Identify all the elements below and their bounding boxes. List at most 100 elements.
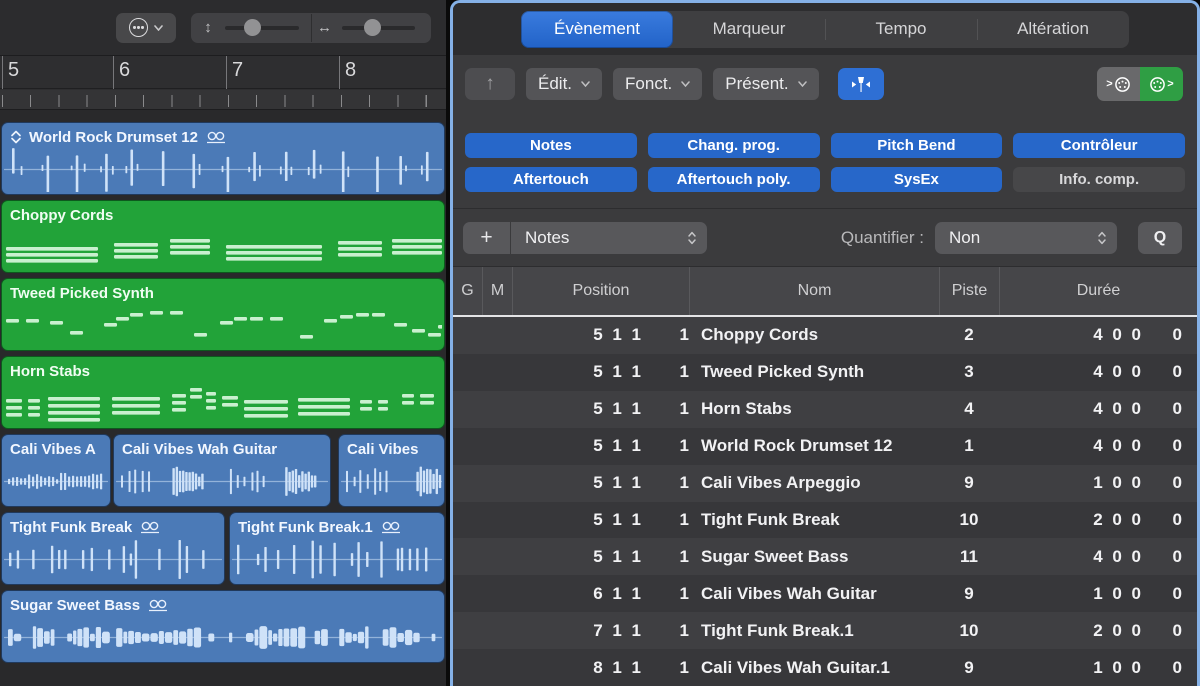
cell-tick[interactable]: 1 [641, 362, 689, 382]
event-row[interactable]: 5 1 1 1 Sugar Sweet Bass 11 4 0 0 0 [453, 538, 1197, 575]
midi-out-button[interactable]: ˃ [1140, 67, 1183, 101]
cell-length-tick[interactable]: 0 [1141, 399, 1182, 419]
cell-tick[interactable]: 1 [641, 510, 689, 530]
cell-name[interactable]: Cali Vibes Wah Guitar [689, 584, 939, 604]
region-horn-stabs[interactable]: Horn Stabs [1, 356, 445, 429]
cell-name[interactable]: Cali Vibes Wah Guitar.1 [689, 658, 939, 678]
event-type-popup[interactable]: Notes [511, 222, 707, 254]
cell-length[interactable]: 2 0 0 [999, 621, 1141, 641]
cell-length-tick[interactable]: 0 [1141, 362, 1182, 382]
list-tab[interactable]: Évènement [521, 11, 673, 48]
list-tab[interactable]: Altération [977, 11, 1129, 48]
cell-length[interactable]: 4 0 0 [999, 399, 1141, 419]
cell-name[interactable]: Sugar Sweet Bass [689, 547, 939, 567]
event-row[interactable]: 7 1 1 1 Tight Funk Break.1 10 2 0 0 0 [453, 612, 1197, 649]
cell-position[interactable]: 8 1 1 [512, 658, 641, 678]
waveform-options-button[interactable] [116, 13, 176, 43]
edit-menu-button[interactable]: Édit. [526, 68, 602, 100]
cell-tick[interactable]: 1 [641, 436, 689, 456]
cell-length-tick[interactable]: 0 [1141, 473, 1182, 493]
cell-track[interactable]: 4 [939, 399, 999, 419]
cell-tick[interactable]: 1 [641, 584, 689, 604]
filter-button[interactable]: Chang. prog. [648, 133, 820, 158]
midi-in-button[interactable]: ˃ [1097, 67, 1140, 101]
event-row[interactable]: 5 1 1 1 Cali Vibes Arpeggio 9 1 0 0 0 [453, 465, 1197, 502]
region-cali-vibes-wah-guitar[interactable]: Cali Vibes Wah Guitar [113, 434, 331, 507]
region-tight-funk-break-1[interactable]: Tight Funk Break.1 [229, 512, 445, 585]
cell-tick[interactable]: 1 [641, 325, 689, 345]
functions-menu-button[interactable]: Fonct. [613, 68, 702, 100]
cell-length[interactable]: 1 0 0 [999, 658, 1141, 678]
header-group[interactable]: G [453, 267, 482, 315]
cell-track[interactable]: 11 [939, 547, 999, 567]
cell-length-tick[interactable]: 0 [1141, 547, 1182, 567]
event-row[interactable]: 5 1 1 1 Horn Stabs 4 4 0 0 0 [453, 391, 1197, 428]
region-sugar-sweet-bass[interactable]: Sugar Sweet Bass [1, 590, 445, 663]
filter-button[interactable]: Info. comp. [1013, 167, 1185, 192]
header-mute[interactable]: M [482, 267, 512, 315]
cell-position[interactable]: 7 1 1 [512, 621, 641, 641]
cell-length[interactable]: 4 0 0 [999, 436, 1141, 456]
cell-length[interactable]: 2 0 0 [999, 510, 1141, 530]
cell-length[interactable]: 1 0 0 [999, 473, 1141, 493]
cell-name[interactable]: World Rock Drumset 12 [689, 436, 939, 456]
cell-name[interactable]: Choppy Cords [689, 325, 939, 345]
filter-button[interactable]: Aftertouch poly. [648, 167, 820, 192]
cell-position[interactable]: 5 1 1 [512, 325, 641, 345]
cell-position[interactable]: 5 1 1 [512, 547, 641, 567]
cell-tick[interactable]: 1 [641, 658, 689, 678]
header-name[interactable]: Nom [689, 267, 939, 315]
event-row[interactable]: 5 1 1 1 Tight Funk Break 10 2 0 0 0 [453, 502, 1197, 539]
event-row[interactable]: 8 1 1 1 Cali Vibes Wah Guitar.1 9 1 0 0 … [453, 649, 1197, 686]
cell-length-tick[interactable]: 0 [1141, 510, 1182, 530]
cell-position[interactable]: 6 1 1 [512, 584, 641, 604]
region-tight-funk-break[interactable]: Tight Funk Break [1, 512, 225, 585]
filter-button[interactable]: Notes [465, 133, 637, 158]
cell-length-tick[interactable]: 0 [1141, 325, 1182, 345]
cell-name[interactable]: Horn Stabs [689, 399, 939, 419]
catch-playhead-button[interactable] [838, 68, 884, 100]
vertical-zoom-slider[interactable] [225, 26, 299, 30]
quantize-popup[interactable]: Non [935, 222, 1117, 254]
event-row[interactable]: 6 1 1 1 Cali Vibes Wah Guitar 9 1 0 0 0 [453, 575, 1197, 612]
filter-button[interactable]: Pitch Bend [831, 133, 1003, 158]
cell-length[interactable]: 4 0 0 [999, 325, 1141, 345]
vertical-zoom-thumb[interactable] [244, 19, 261, 36]
event-row[interactable]: 5 1 1 1 Choppy Cords 2 4 0 0 0 [453, 317, 1197, 354]
cell-length[interactable]: 4 0 0 [999, 362, 1141, 382]
header-track[interactable]: Piste [939, 267, 999, 315]
cell-position[interactable]: 5 1 1 [512, 399, 641, 419]
quantize-apply-button[interactable]: Q [1138, 222, 1182, 254]
cell-length[interactable]: 1 0 0 [999, 584, 1141, 604]
cell-position[interactable]: 5 1 1 [512, 362, 641, 382]
view-menu-button[interactable]: Présent. [713, 68, 818, 100]
cell-track[interactable]: 3 [939, 362, 999, 382]
event-row[interactable]: 5 1 1 1 Tweed Picked Synth 3 4 0 0 0 [453, 354, 1197, 391]
filter-button[interactable]: SysEx [831, 167, 1003, 192]
region-world-rock-drumset[interactable]: World Rock Drumset 12 [1, 122, 445, 195]
go-up-level-button[interactable]: ↑ [465, 68, 515, 100]
cell-length-tick[interactable]: 0 [1141, 584, 1182, 604]
cell-tick[interactable]: 1 [641, 473, 689, 493]
cell-tick[interactable]: 1 [641, 547, 689, 567]
cell-length-tick[interactable]: 0 [1141, 436, 1182, 456]
horizontal-zoom-thumb[interactable] [364, 19, 381, 36]
cell-position[interactable]: 5 1 1 [512, 436, 641, 456]
horizontal-zoom-slider[interactable] [342, 26, 416, 30]
cell-length-tick[interactable]: 0 [1141, 658, 1182, 678]
cell-tick[interactable]: 1 [641, 399, 689, 419]
cell-track[interactable]: 10 [939, 621, 999, 641]
cell-track[interactable]: 9 [939, 584, 999, 604]
filter-button[interactable]: Contrôleur [1013, 133, 1185, 158]
cell-name[interactable]: Tight Funk Break.1 [689, 621, 939, 641]
region-cali-vibes[interactable]: Cali Vibes [338, 434, 445, 507]
cell-track[interactable]: 9 [939, 658, 999, 678]
header-length[interactable]: Durée [999, 267, 1197, 315]
region-cali-vibes-a[interactable]: Cali Vibes A [1, 434, 111, 507]
cell-length[interactable]: 4 0 0 [999, 547, 1141, 567]
event-row[interactable]: 5 1 1 1 World Rock Drumset 12 1 4 0 0 0 [453, 428, 1197, 465]
cell-name[interactable]: Tight Funk Break [689, 510, 939, 530]
cell-track[interactable]: 10 [939, 510, 999, 530]
cell-length-tick[interactable]: 0 [1141, 621, 1182, 641]
cell-position[interactable]: 5 1 1 [512, 473, 641, 493]
